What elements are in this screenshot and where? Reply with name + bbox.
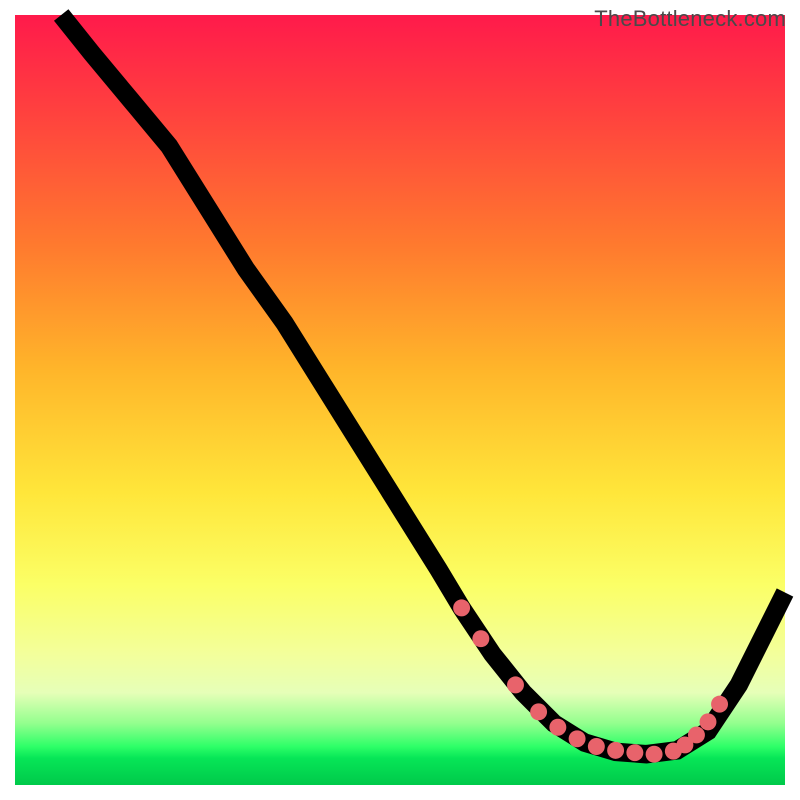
data-point bbox=[588, 738, 605, 755]
data-point bbox=[453, 599, 470, 616]
data-point bbox=[700, 713, 717, 730]
chart-container: TheBottleneck.com bbox=[0, 0, 800, 800]
data-point bbox=[530, 703, 547, 720]
plot-svg bbox=[15, 15, 785, 785]
data-point bbox=[507, 676, 524, 693]
data-point bbox=[549, 719, 566, 736]
data-point bbox=[688, 726, 705, 743]
data-point bbox=[607, 742, 624, 759]
data-point bbox=[472, 630, 489, 647]
data-point bbox=[569, 730, 586, 747]
data-point bbox=[626, 744, 643, 761]
data-point bbox=[711, 696, 728, 713]
line-series bbox=[61, 15, 785, 754]
data-point bbox=[646, 746, 663, 763]
